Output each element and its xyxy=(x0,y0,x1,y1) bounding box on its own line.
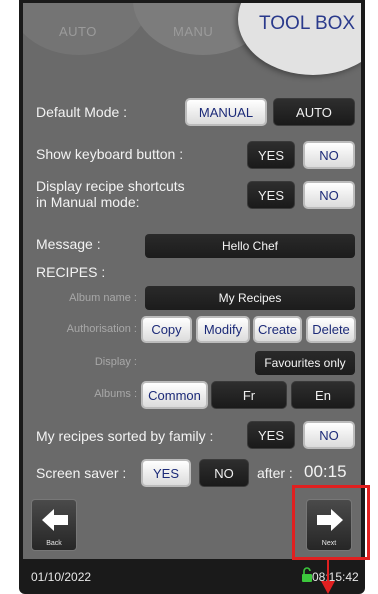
highlight-box xyxy=(292,485,370,560)
screen-saver-no-button[interactable]: NO xyxy=(199,459,249,487)
default-mode-label: Default Mode : xyxy=(36,104,128,120)
keyboard-yes-button[interactable]: YES xyxy=(247,141,295,169)
sorted-no-button[interactable]: NO xyxy=(303,421,355,449)
shortcuts-label-line1: Display recipe shortcuts xyxy=(36,178,185,194)
message-label: Message : xyxy=(36,236,101,252)
keyboard-label: Show keyboard button : xyxy=(36,146,184,162)
tab-toolbox-label: TOOL BOX xyxy=(259,13,356,34)
manual-mode-button[interactable]: MANUAL xyxy=(185,98,267,126)
status-date: 01/10/2022 xyxy=(31,570,92,584)
create-button[interactable]: Create xyxy=(253,316,302,343)
display-field[interactable]: Favourites only xyxy=(255,351,355,375)
screen-saver-yes-button[interactable]: YES xyxy=(141,459,191,487)
modify-button[interactable]: Modify xyxy=(196,316,250,343)
album-common-button[interactable]: Common xyxy=(141,381,208,409)
back-button[interactable]: Back xyxy=(31,499,77,551)
albums-label: Albums : xyxy=(94,388,137,400)
screen-saver-after-label: after : xyxy=(257,465,293,481)
message-field[interactable]: Hello Chef xyxy=(145,234,355,258)
delete-button[interactable]: Delete xyxy=(306,316,356,343)
album-en-button[interactable]: En xyxy=(291,381,355,409)
display-label: Display : xyxy=(94,356,137,368)
keyboard-no-button[interactable]: NO xyxy=(303,141,355,169)
status-time: 08:15:42 xyxy=(312,570,359,584)
down-arrow-icon xyxy=(321,559,335,594)
authorisation-label: Authorisation : xyxy=(66,323,137,335)
back-button-label: Back xyxy=(46,540,62,547)
screen: AUTO MANU TOOL BOX Default Mode : MANUAL… xyxy=(23,3,361,559)
back-arrow-icon xyxy=(42,509,68,531)
auto-mode-button[interactable]: AUTO xyxy=(273,98,355,126)
shortcuts-no-button[interactable]: NO xyxy=(303,181,355,209)
screen-saver-after-value[interactable]: 00:15 xyxy=(304,462,347,482)
tab-manu-label: MANU xyxy=(173,24,214,39)
status-bar: 01/10/2022 08:15:42 xyxy=(19,562,365,594)
sorted-by-family-label: My recipes sorted by family : xyxy=(36,428,214,444)
album-fr-button[interactable]: Fr xyxy=(211,381,287,409)
shortcuts-label: Display recipe shortcuts in Manual mode: xyxy=(36,178,185,210)
shortcuts-label-line2: in Manual mode: xyxy=(36,194,140,210)
album-name-field[interactable]: My Recipes xyxy=(145,286,355,310)
lock-open-icon xyxy=(302,567,312,582)
album-name-label: Album name : xyxy=(69,292,137,304)
recipes-heading: RECIPES : xyxy=(36,264,106,280)
screen-saver-label: Screen saver : xyxy=(36,465,127,481)
shortcuts-yes-button[interactable]: YES xyxy=(247,181,295,209)
tab-auto-label: AUTO xyxy=(59,24,97,39)
sorted-yes-button[interactable]: YES xyxy=(247,421,295,449)
copy-button[interactable]: Copy xyxy=(141,316,192,343)
